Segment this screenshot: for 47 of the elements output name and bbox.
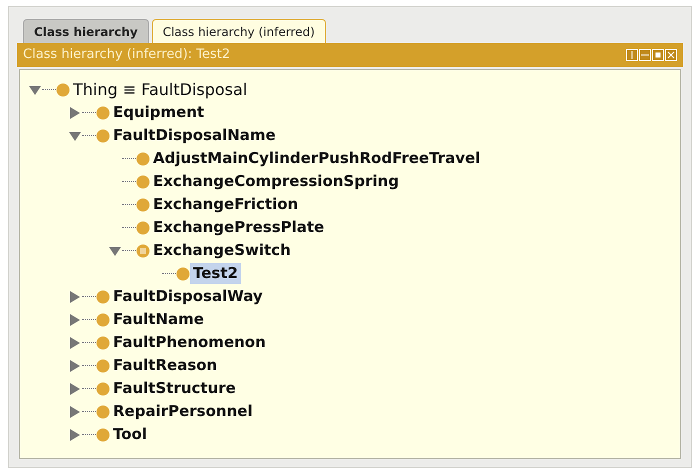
class-label[interactable]: FaultPhenomenon [110, 332, 269, 353]
class-icon [96, 128, 110, 142]
class-label[interactable]: FaultDisposalName [110, 125, 279, 146]
class-label[interactable]: RepairPersonnel [110, 401, 256, 422]
split-icon[interactable] [626, 49, 638, 61]
class-label[interactable]: AdjustMainCylinderPushRodFreeTravel [150, 148, 484, 169]
class-icon [136, 152, 150, 166]
class-label[interactable]: ExchangeFriction [150, 194, 302, 215]
class-label[interactable]: FaultStructure [110, 378, 239, 399]
class-icon [96, 312, 110, 326]
class-icon [56, 82, 70, 96]
maximize-icon[interactable] [652, 49, 664, 61]
tab[interactable]: Class hierarchy [23, 19, 149, 43]
class-label[interactable]: FaultName [110, 309, 207, 330]
class-icon [96, 358, 110, 372]
class-label[interactable]: FaultReason [110, 355, 220, 376]
class-label[interactable]: Thing ≡ FaultDisposal [70, 79, 250, 100]
panel-title: Class hierarchy (inferred): Test2 [23, 46, 230, 64]
class-icon [96, 404, 110, 418]
collapsed-arrow-icon[interactable] [68, 312, 82, 326]
minimize-icon[interactable] [639, 49, 651, 61]
collapsed-arrow-icon[interactable] [68, 382, 82, 396]
class-icon [96, 382, 110, 396]
class-label[interactable]: Tool [110, 424, 150, 445]
class-label[interactable]: FaultDisposalWay [110, 286, 266, 307]
collapsed-arrow-icon[interactable] [68, 106, 82, 120]
class-icon [96, 106, 110, 120]
collapsed-arrow-icon[interactable] [68, 336, 82, 350]
class-icon [176, 266, 190, 280]
class-label[interactable]: Test2 [190, 263, 241, 284]
collapsed-arrow-icon[interactable] [68, 358, 82, 372]
class-icon [96, 336, 110, 350]
class-icon [96, 428, 110, 442]
defined-class-icon [136, 244, 150, 258]
class-icon [136, 174, 150, 188]
collapsed-arrow-icon[interactable] [68, 290, 82, 304]
close-icon[interactable] [665, 49, 677, 61]
collapsed-arrow-icon[interactable] [68, 428, 82, 442]
class-label[interactable]: ExchangeCompressionSpring [150, 171, 402, 192]
class-icon [136, 220, 150, 234]
collapsed-arrow-icon[interactable] [68, 404, 82, 418]
class-label[interactable]: ExchangeSwitch [150, 240, 294, 261]
class-label[interactable]: Equipment [110, 102, 208, 123]
class-label[interactable]: ExchangePressPlate [150, 217, 328, 238]
class-icon [96, 290, 110, 304]
class-icon [136, 198, 150, 212]
tab[interactable]: Class hierarchy (inferred) [152, 19, 326, 43]
